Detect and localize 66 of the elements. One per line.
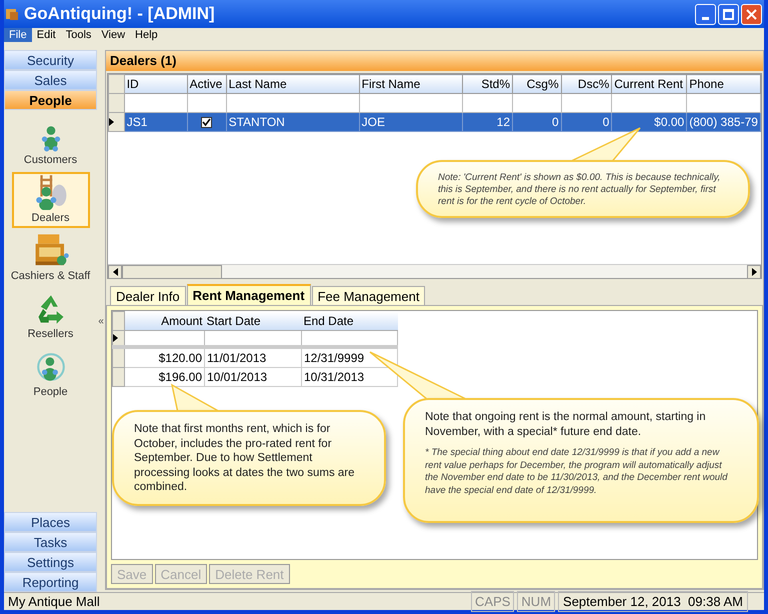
- nav-group-button[interactable]: Sales: [4, 70, 97, 90]
- sidebar-item[interactable]: Dealers: [12, 172, 90, 228]
- note-text: Note: 'Current Rent' is shown as $0.00. This is because technically, this is September, and there is no rent actually for September, first rent is for the rent cycle of October.: [438, 172, 722, 208]
- maximize-button[interactable]: [718, 4, 739, 24]
- column-header[interactable]: ID: [124, 74, 188, 94]
- nav-group-button[interactable]: Security: [4, 50, 97, 70]
- table-cell: 0: [512, 112, 562, 132]
- status-location: My Antique Mall: [7, 592, 101, 611]
- current-row-icon: [113, 334, 118, 342]
- column-header[interactable]: Phone: [686, 74, 760, 94]
- panel-header: Dealers (1): [106, 51, 763, 71]
- table-cell: 11/01/2013: [204, 347, 302, 368]
- column-header[interactable]: End Date: [302, 312, 398, 330]
- current-row-icon: [109, 118, 114, 126]
- note-text: Note that first months rent, which is for October, includes the pro-rated rent for September. Due to how Settlement processing looks at dates the two sums are combined.: [134, 422, 356, 494]
- footnote-text: * The special thing about end date 12/31/9999 is that if you add a new rent value perhaps for December, the program will automatically adjust the November end date to be 11/30/2013, and the December rent would have the special end date of 12/31/9999.: [425, 447, 729, 497]
- column-header[interactable]: Std%: [462, 74, 512, 94]
- minimize-button[interactable]: [695, 4, 716, 24]
- table-cell: 0: [561, 112, 612, 132]
- menu-item[interactable]: View: [96, 28, 130, 42]
- caps-indicator: CAPS: [471, 590, 514, 612]
- nav-group-button[interactable]: People: [4, 90, 97, 110]
- nav-group-button[interactable]: Places: [4, 512, 97, 532]
- table-cell: (800) 385-79: [686, 112, 760, 132]
- tab[interactable]: Rent Management: [186, 284, 311, 305]
- close-button[interactable]: [741, 4, 762, 24]
- column-header[interactable]: First Name: [359, 74, 463, 94]
- num-indicator: NUM: [517, 590, 556, 612]
- menu-item[interactable]: Edit: [32, 28, 61, 42]
- nav-group-button[interactable]: Settings: [4, 552, 97, 572]
- column-header[interactable]: Dsc%: [561, 74, 612, 94]
- sidebar-item[interactable]: People: [12, 346, 90, 402]
- menu-item[interactable]: Tools: [60, 28, 96, 42]
- table-cell: 12: [462, 112, 512, 132]
- column-header[interactable]: Active: [187, 74, 226, 94]
- close-icon: [746, 8, 757, 20]
- app-logo-icon: [4, 6, 20, 22]
- status-datetime: September 12, 2013 09:38 AM: [558, 590, 748, 612]
- menu-item[interactable]: Help: [130, 28, 163, 42]
- table-cell: STANTON: [226, 112, 360, 132]
- active-checkbox[interactable]: [201, 117, 212, 128]
- horizontal-scrollbar[interactable]: [108, 264, 761, 278]
- table-row[interactable]: JS1 STANTON JOE 12 0 0 $0.00 (800) 385-79: [108, 112, 760, 132]
- note-text: Note that ongoing rent is the normal amount, starting in November, with a special* future end date.: [425, 410, 707, 439]
- collapse-handle[interactable]: «: [98, 314, 104, 328]
- sidebar-item[interactable]: Customers: [12, 114, 90, 170]
- nav-group-button[interactable]: Reporting: [4, 572, 97, 592]
- sidebar-item[interactable]: Resellers: [12, 288, 90, 344]
- column-header[interactable]: Amount: [124, 312, 204, 330]
- table-cell: JS1: [124, 112, 188, 132]
- tab[interactable]: Dealer Info: [110, 286, 186, 305]
- person-icon: [34, 352, 66, 384]
- table-cell: 10/01/2013: [204, 368, 302, 386]
- column-header[interactable]: Start Date: [204, 312, 302, 330]
- column-header[interactable]: Last Name: [226, 74, 360, 94]
- nav-group-button[interactable]: Tasks: [4, 532, 97, 552]
- menu-item[interactable]: File: [4, 28, 32, 42]
- table-cell: $120.00: [124, 347, 204, 368]
- scroll-left-icon[interactable]: [112, 268, 118, 276]
- sidebar-item[interactable]: Cashiers & Staff: [12, 230, 90, 286]
- table-cell: JOE: [359, 112, 463, 132]
- column-header[interactable]: Current Rent: [612, 74, 687, 94]
- scroll-right-icon[interactable]: [752, 268, 756, 276]
- tab[interactable]: Fee Management: [312, 286, 426, 305]
- window-title: GoAntiquing! - [ADMIN]: [24, 3, 215, 26]
- column-header[interactable]: Csg%: [512, 74, 562, 94]
